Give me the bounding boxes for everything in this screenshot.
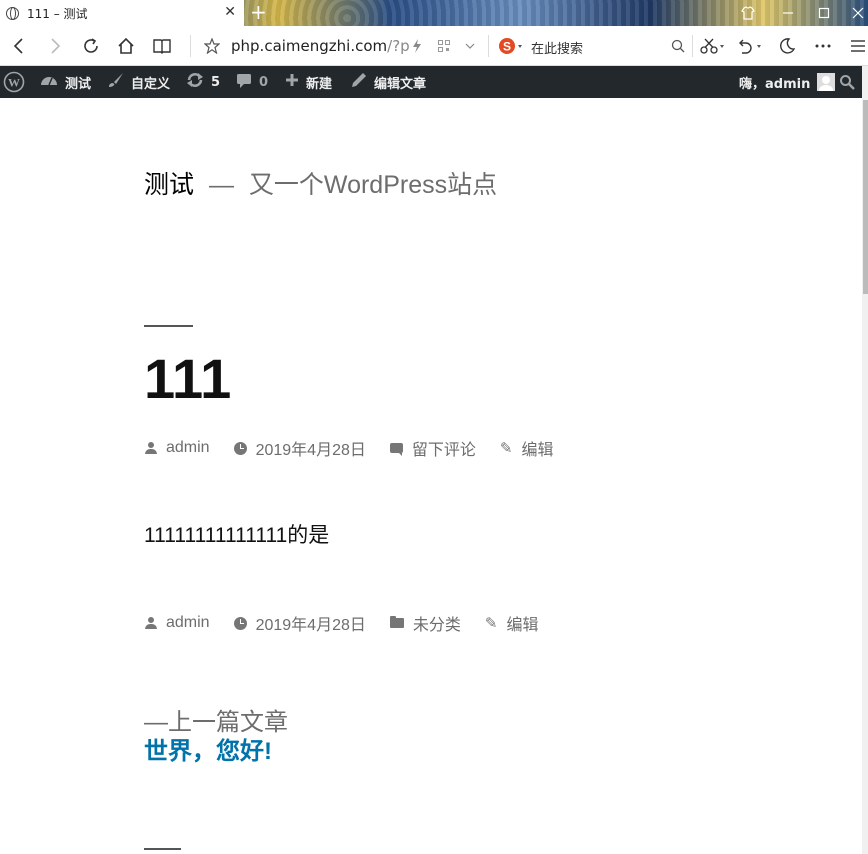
screenshot-scissors-icon[interactable] <box>698 26 728 66</box>
admin-bar-updates[interactable]: 5 <box>186 66 220 98</box>
admin-bar-account[interactable]: 嗨，admin <box>739 66 836 98</box>
meta-edit-link: 编辑 <box>521 442 554 459</box>
tab-title: 111 – 测试 <box>27 6 88 21</box>
dashboard-icon <box>40 73 58 91</box>
site-title-separator: — <box>208 171 234 199</box>
admin-bar-new[interactable]: 新建 <box>285 66 332 98</box>
meta-date[interactable]: 2019年4月28日 <box>233 611 366 635</box>
footer-divider <box>144 848 181 850</box>
qrcode-icon[interactable] <box>436 26 452 66</box>
meta-category[interactable]: 未分类 <box>389 611 461 635</box>
post-title: 111 <box>144 347 232 410</box>
admin-bar-customize[interactable]: 自定义 <box>108 66 170 98</box>
comment-icon <box>389 443 403 456</box>
globe-icon <box>6 6 19 20</box>
updates-icon <box>186 72 204 92</box>
more-icon[interactable] <box>812 26 834 66</box>
meta-edit[interactable]: ✎ 编辑 <box>500 436 554 460</box>
night-mode-icon[interactable] <box>776 26 798 66</box>
person-icon <box>145 617 157 629</box>
close-window-icon[interactable] <box>852 0 864 26</box>
admin-bar-greeting: 嗨，admin <box>739 76 811 92</box>
menu-icon[interactable] <box>847 26 868 66</box>
meta-author-name: admin <box>166 439 210 456</box>
url-path: /?p <box>387 37 410 55</box>
tab-close-icon[interactable]: ✕ <box>224 4 236 20</box>
pencil-icon: ✎ <box>484 615 498 632</box>
browser-toolbar: php.caimengzhi.com/?p S 在此搜索 <box>0 26 868 66</box>
skin-icon[interactable] <box>741 0 755 26</box>
meta-edit[interactable]: ✎ 编辑 <box>485 611 539 635</box>
admin-bar-comments[interactable]: 0 <box>236 66 268 98</box>
clock-icon <box>233 616 247 630</box>
meta-edit-link: 编辑 <box>506 617 539 634</box>
comment-icon <box>236 72 252 92</box>
updates-count: 5 <box>211 74 221 90</box>
sogou-search-engine-icon[interactable]: S <box>497 26 525 66</box>
admin-bar-site-label: 测试 <box>65 76 92 92</box>
brush-icon <box>108 72 124 92</box>
meta-comment-link: 留下评论 <box>411 442 476 459</box>
meta-author[interactable]: admin <box>145 439 210 457</box>
url-host: php.caimengzhi.com <box>231 37 388 55</box>
reload-icon[interactable] <box>80 26 102 66</box>
admin-bar-search-icon[interactable] <box>839 66 855 98</box>
toolbar-separator <box>190 35 191 57</box>
maximize-icon[interactable] <box>818 0 830 26</box>
meta-comment[interactable]: 留下评论 <box>389 436 476 460</box>
post-body: 11111111111111的是 <box>144 524 330 547</box>
forward-icon[interactable] <box>44 26 66 66</box>
toolbar-separator <box>488 35 489 57</box>
browser-tab[interactable]: 111 – 测试 ✕ <box>0 0 244 26</box>
home-icon[interactable] <box>115 26 137 66</box>
favorite-star-icon[interactable] <box>201 26 223 66</box>
site-title-link[interactable]: 测试 <box>144 171 194 199</box>
meta-date-text: 2019年4月28日 <box>255 617 366 634</box>
admin-bar-customize-label: 自定义 <box>131 76 171 92</box>
meta-author[interactable]: admin <box>145 614 210 632</box>
search-input[interactable]: 在此搜索 <box>531 38 583 57</box>
meta-category-name: 未分类 <box>412 617 461 634</box>
new-tab-icon[interactable]: + <box>250 1 267 23</box>
pencil-icon: ✎ <box>499 440 513 457</box>
person-icon <box>145 442 157 454</box>
admin-bar-new-label: 新建 <box>306 76 333 92</box>
reading-mode-icon[interactable] <box>151 26 173 66</box>
scrollbar-thumb[interactable] <box>863 100 868 294</box>
site-header: 测试 — 又一个WordPress站点 <box>144 165 497 201</box>
folder-icon <box>389 616 404 628</box>
admin-bar-edit-post[interactable]: 编辑文章 <box>351 66 426 98</box>
wordpress-logo-icon[interactable]: W <box>3 66 25 98</box>
minimize-icon[interactable] <box>782 0 794 26</box>
avatar <box>817 73 836 91</box>
svg-text:S: S <box>503 40 511 54</box>
search-icon[interactable] <box>669 26 687 66</box>
meta-date[interactable]: 2019年4月28日 <box>233 436 366 460</box>
address-dropdown-icon[interactable] <box>462 26 478 66</box>
clock-icon <box>233 441 247 455</box>
post-meta-bottom: admin 2019年4月28日 未分类 ✎ 编辑 <box>145 611 562 635</box>
admin-bar-edit-post-label: 编辑文章 <box>374 76 427 92</box>
meta-author-name: admin <box>166 614 210 631</box>
post-meta-top: admin 2019年4月28日 留下评论 ✎ 编辑 <box>145 436 577 460</box>
plus-icon <box>285 73 299 91</box>
back-icon[interactable] <box>8 26 30 66</box>
svg-text:W: W <box>8 76 20 90</box>
comments-count: 0 <box>259 74 269 90</box>
prev-post-link[interactable]: 世界，您好! <box>144 731 272 766</box>
undo-icon[interactable] <box>735 26 765 66</box>
pencil-icon <box>351 72 367 92</box>
toolbar-separator <box>692 35 693 57</box>
admin-bar-site[interactable]: 测试 <box>40 66 91 98</box>
address-bar[interactable]: php.caimengzhi.com/?p <box>231 37 410 55</box>
title-divider <box>144 325 193 327</box>
meta-date-text: 2019年4月28日 <box>255 442 366 459</box>
site-description: 又一个WordPress站点 <box>248 171 498 199</box>
wp-admin-bar: W 测试 自定义 5 0 新建 编辑文章 嗨，admin <box>0 66 862 98</box>
lightning-icon[interactable] <box>409 26 425 66</box>
